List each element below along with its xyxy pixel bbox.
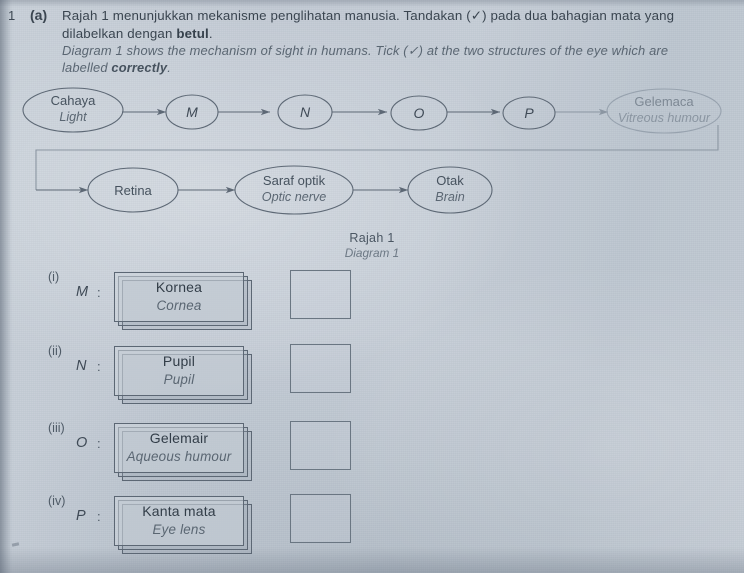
tick-checkbox-i[interactable]: [290, 270, 351, 319]
answer-colon-iii: :: [97, 436, 101, 451]
node-optic-nerve-english: Optic nerve: [262, 190, 326, 204]
label-card-front: Pupil Pupil: [114, 346, 244, 396]
answer-roman-ii: (ii): [48, 344, 62, 358]
question-text-malay-line2: dilabelkan dengan betul.: [62, 25, 744, 43]
answer-label-box-iv: Kanta mata Eye lens: [114, 496, 252, 554]
node-light-malay: Cahaya: [51, 93, 97, 108]
question-number: 1: [8, 8, 16, 23]
node-retina-malay: Retina: [114, 183, 152, 198]
answer-label-box-i: Kornea Cornea: [114, 272, 252, 330]
label-card-front: Gelemair Aqueous humour: [114, 423, 244, 473]
node-n-letter: N: [300, 104, 311, 120]
tick-checkbox-iv[interactable]: [290, 494, 351, 543]
node-o-letter: O: [414, 105, 425, 121]
answer-label-malay-i: Kornea: [155, 279, 203, 296]
answer-item-i: (i) M : Kornea Cornea: [0, 270, 744, 350]
answer-item-ii: (ii) N : Pupil Pupil: [0, 344, 744, 424]
page-content: 1 (a) Rajah 1 menunjukkan mekanisme peng…: [0, 0, 744, 573]
answer-label-english-i: Cornea: [156, 298, 202, 314]
answer-label-box-iii: Gelemair Aqueous humour: [114, 423, 252, 481]
label-card-front: Kornea Cornea: [114, 272, 244, 322]
question-text-malay-line1: Rajah 1 menunjukkan mekanisme penglihata…: [62, 8, 675, 23]
answer-label-malay-iii: Gelemair: [149, 430, 209, 447]
label-card-front: Kanta mata Eye lens: [114, 496, 244, 546]
node-brain-english: Brain: [435, 190, 464, 204]
node-brain-malay: Otak: [436, 173, 464, 188]
answer-colon-iv: :: [97, 509, 101, 524]
answer-label-malay-ii: Pupil: [162, 353, 196, 370]
question-text-english-line1: Diagram 1 shows the mechanism of sight i…: [62, 43, 669, 58]
malay-line2-suffix: .: [208, 25, 213, 41]
english-line2-prefix: labelled: [62, 60, 112, 75]
answer-roman-i: (i): [48, 270, 60, 284]
node-light-english: Light: [59, 110, 87, 124]
answer-roman-iv: (iv): [48, 494, 66, 508]
answer-colon-ii: :: [97, 359, 101, 374]
node-optic-nerve-malay: Saraf optik: [263, 173, 326, 188]
diagram-caption-english: Diagram 1: [344, 246, 400, 260]
answer-label-malay-iv: Kanta mata: [142, 503, 216, 520]
malay-emphasis-betul: betul: [176, 25, 209, 41]
answer-label-english-ii: Pupil: [163, 372, 195, 388]
diagram-caption-malay: Rajah 1: [349, 231, 395, 245]
answer-symbol-p: P: [76, 508, 86, 524]
sight-mechanism-flow-diagram: Cahaya Light M N O P Gelemaca Vitreous h…: [0, 82, 744, 232]
tick-checkbox-iii[interactable]: [290, 421, 351, 470]
answer-colon-i: :: [97, 285, 101, 300]
answer-label-english-iii: Aqueous humour: [126, 449, 232, 465]
answer-symbol-o: O: [76, 435, 88, 451]
node-vitreous-humour-malay: Gelemaca: [634, 94, 694, 109]
answer-symbol-m: M: [76, 284, 89, 300]
node-m-letter: M: [186, 104, 198, 120]
node-vitreous-humour-english: Vitreous humour: [618, 111, 711, 125]
scanned-worksheet-page: 1 (a) Rajah 1 menunjukkan mekanisme peng…: [0, 0, 744, 573]
question-part-label: (a): [30, 7, 48, 23]
answer-item-iii: (iii) O : Gelemair Aqueous humour: [0, 421, 744, 501]
malay-line2-prefix: dilabelkan dengan: [62, 25, 177, 41]
node-p-letter: P: [524, 105, 534, 121]
english-line2-suffix: .: [167, 60, 171, 75]
answer-label-box-ii: Pupil Pupil: [114, 346, 252, 404]
answer-symbol-n: N: [76, 358, 87, 374]
answer-item-iv: (iv) P : Kanta mata Eye lens: [0, 494, 744, 573]
question-text-english-line2: labelled correctly.: [62, 59, 744, 77]
tick-checkbox-ii[interactable]: [290, 344, 351, 393]
answer-label-english-iv: Eye lens: [152, 522, 206, 538]
answer-roman-iii: (iii): [48, 421, 65, 435]
english-emphasis-correctly: correctly: [111, 60, 168, 75]
